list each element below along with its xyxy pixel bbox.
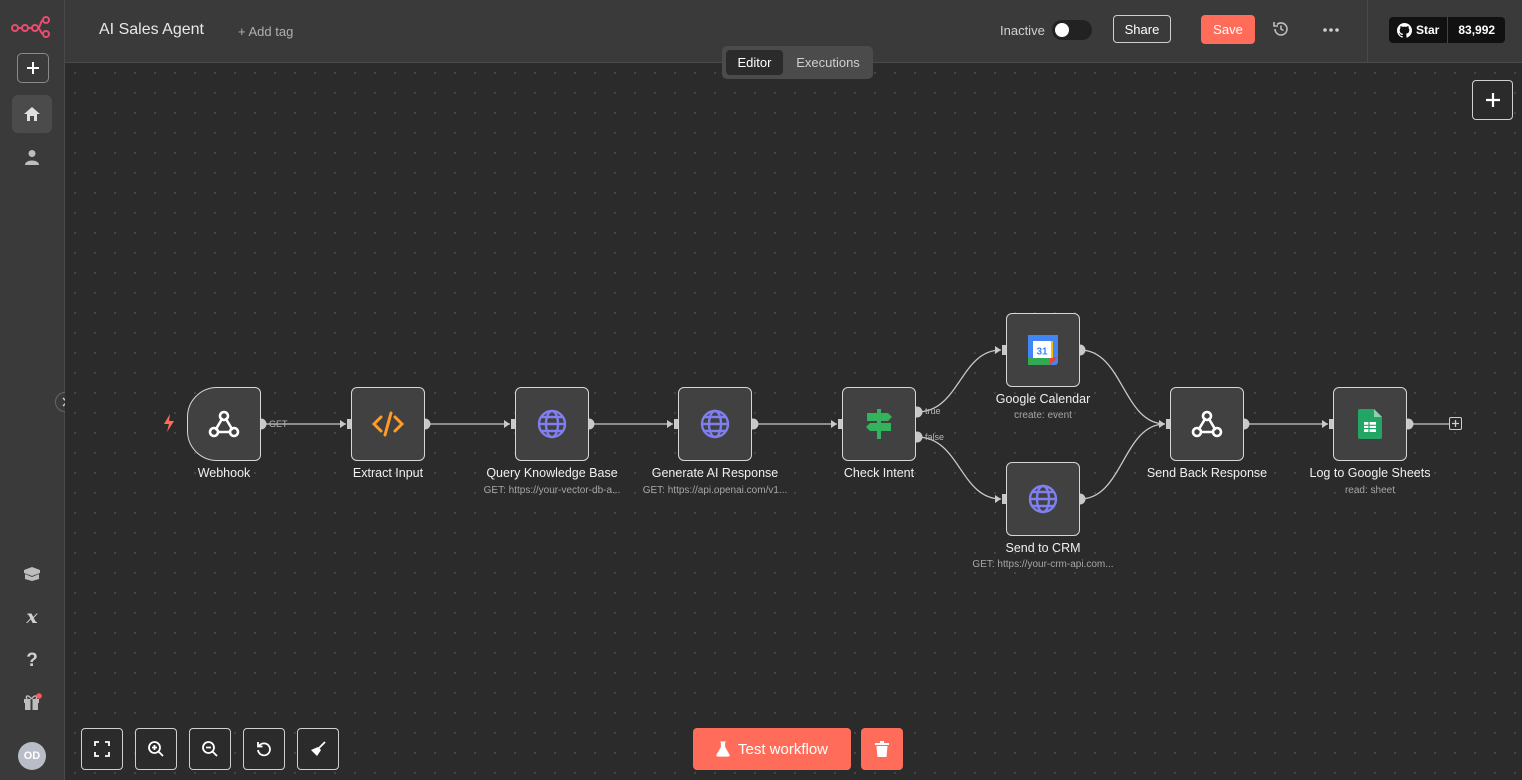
signpost-icon — [866, 409, 892, 439]
arrow-gcal — [995, 346, 1001, 354]
node-google-calendar[interactable]: 31 — [1006, 313, 1080, 387]
broom-icon — [311, 741, 326, 756]
calendar-day: 31 — [1036, 347, 1048, 358]
node-subtitle: GET: https://your-vector-db-a... — [483, 485, 621, 496]
node-generate-ai-response[interactable] — [678, 387, 752, 461]
arrow-kb — [504, 420, 510, 428]
edge-label-true: true — [925, 406, 941, 416]
node-label: Google Calendar — [995, 392, 1091, 406]
arrow-ai — [667, 420, 673, 428]
reset-zoom-button[interactable] — [243, 728, 285, 770]
arrow-intent — [831, 420, 837, 428]
node-subtitle: read: sheet — [1344, 485, 1396, 496]
node-label: Send Back Response — [1146, 466, 1268, 480]
view-mode-switch: Editor Executions — [722, 46, 873, 79]
node-label: Webhook — [197, 466, 251, 480]
zoom-in-icon — [148, 741, 164, 757]
test-workflow-button[interactable]: Test workflow — [693, 728, 851, 770]
node-send-to-crm[interactable] — [1006, 462, 1080, 536]
edge-crm-respond — [1079, 423, 1166, 500]
tidy-up-button[interactable] — [297, 728, 339, 770]
edge-label-false: false — [925, 432, 945, 442]
tab-editor[interactable]: Editor — [726, 50, 783, 75]
node-extract-input[interactable] — [351, 387, 425, 461]
delete-button[interactable] — [861, 728, 903, 770]
globe-icon — [537, 409, 567, 439]
open-nodes-panel-button[interactable] — [1472, 80, 1513, 120]
add-next-node-button[interactable] — [1449, 417, 1462, 430]
node-subtitle: create: event — [1014, 410, 1072, 421]
webhook-icon — [1191, 410, 1223, 438]
arrow-extract — [340, 420, 346, 428]
tab-executions[interactable]: Executions — [788, 50, 868, 75]
node-label: Send to CRM — [1005, 541, 1081, 555]
node-check-intent[interactable] — [842, 387, 916, 461]
arrow-sheets — [1322, 420, 1328, 428]
zoom-out-icon — [202, 741, 218, 757]
code-icon — [372, 411, 404, 437]
zoom-to-fit-button[interactable] — [81, 728, 123, 770]
zoom-in-button[interactable] — [135, 728, 177, 770]
node-log-to-google-sheets[interactable] — [1333, 387, 1407, 461]
fit-view-icon — [94, 741, 110, 757]
globe-icon — [1028, 484, 1058, 514]
node-webhook[interactable] — [187, 387, 261, 461]
zoom-out-button[interactable] — [189, 728, 231, 770]
node-send-back-response[interactable] — [1170, 387, 1244, 461]
arrow-respond — [1159, 420, 1165, 428]
webhook-icon — [208, 410, 240, 438]
arrow-crm — [995, 495, 1001, 503]
node-label: Query Knowledge Base — [486, 466, 618, 480]
trigger-bolt-icon — [163, 414, 175, 437]
trash-icon — [875, 741, 889, 757]
test-workflow-label: Test workflow — [737, 740, 829, 758]
edge-label-get: GET — [269, 419, 288, 429]
node-label: Check Intent — [843, 466, 915, 480]
plus-icon — [1452, 420, 1459, 427]
globe-icon — [700, 409, 730, 439]
node-query-knowledge-base[interactable] — [515, 387, 589, 461]
undo-icon — [257, 742, 271, 757]
google-calendar-icon: 31 — [1028, 335, 1058, 365]
google-sheets-icon — [1358, 409, 1382, 439]
flask-icon — [716, 741, 730, 757]
node-subtitle: GET: https://your-crm-api.com... — [972, 559, 1114, 570]
node-subtitle: GET: https://api.openai.com/v1... — [642, 485, 788, 496]
node-label: Generate AI Response — [651, 466, 779, 480]
plus-icon — [1485, 93, 1500, 107]
node-label: Log to Google Sheets — [1309, 466, 1431, 480]
node-label: Extract Input — [352, 466, 424, 480]
